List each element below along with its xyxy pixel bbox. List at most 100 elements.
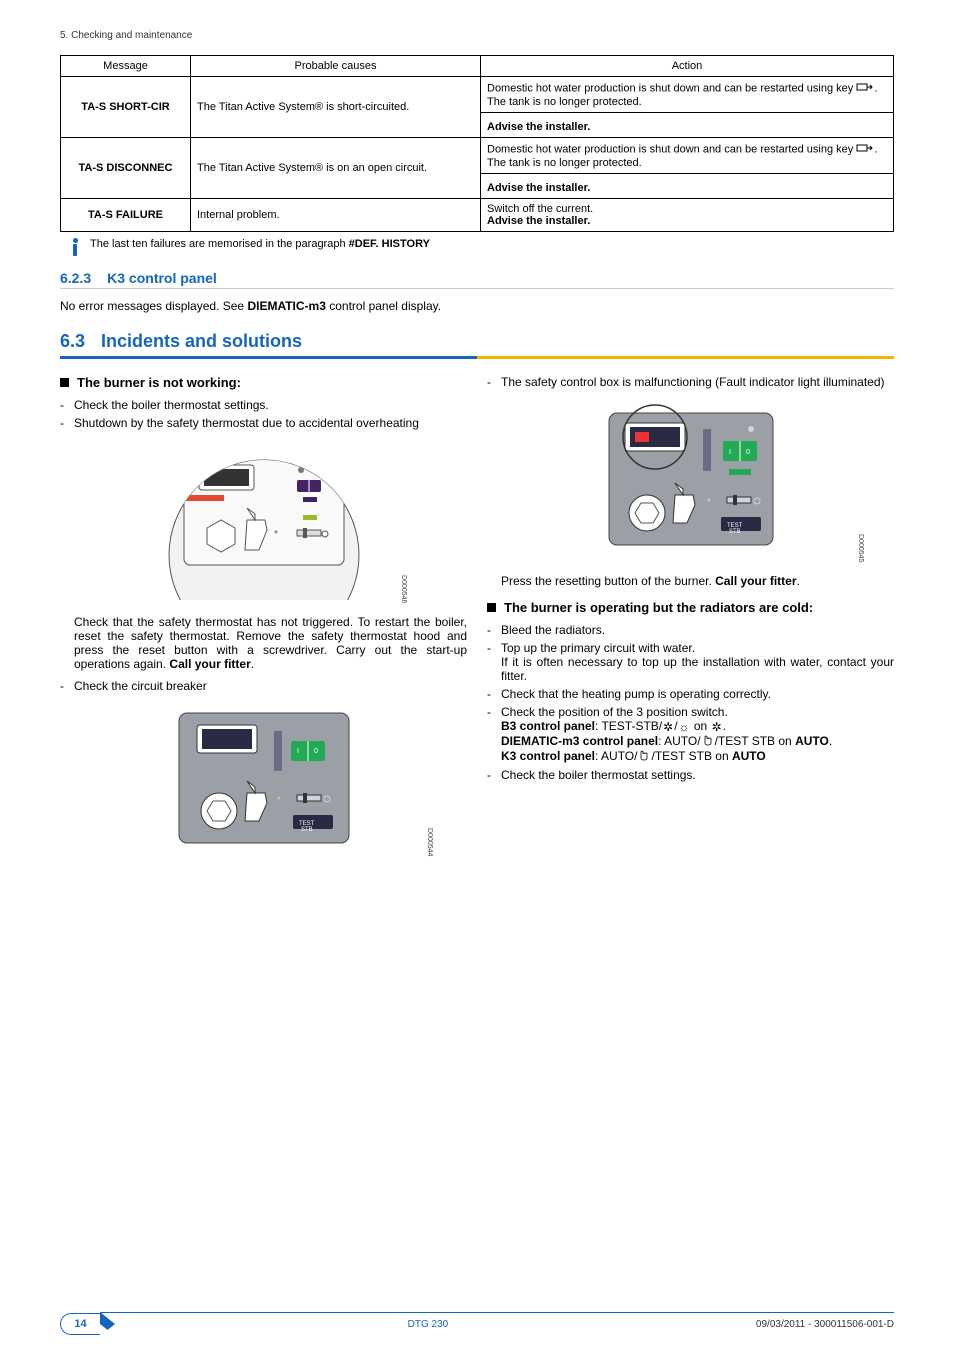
li2-text: Top up the primary circuit with water. xyxy=(501,641,695,655)
figure-id: D000546 xyxy=(400,575,407,603)
b3-bold: B3 control panel xyxy=(501,719,595,733)
info-icon xyxy=(70,238,80,256)
li2b-text: If it is often necessary to top up the i… xyxy=(501,655,894,683)
action-cell: Switch off the current. Advise the insta… xyxy=(481,199,894,232)
b3-on: on xyxy=(691,719,711,733)
action-cell: Domestic hot water production is shut do… xyxy=(481,77,894,113)
footer-docref: 09/03/2011 - 300011506-001-D xyxy=(756,1319,894,1330)
divider-colored xyxy=(60,356,894,359)
list-item: Check the boiler thermostat settings. xyxy=(487,768,894,782)
right-column: The safety control box is malfunctioning… xyxy=(487,375,894,868)
dm-end: /TEST STB on xyxy=(715,734,795,748)
sun-icon: ☼ xyxy=(679,720,690,734)
heading-text: The burner is operating but the radiator… xyxy=(504,600,813,615)
th-causes: Probable causes xyxy=(191,56,481,77)
press-reset-paragraph: Press the resetting button of the burner… xyxy=(487,574,894,588)
svg-text:*: * xyxy=(277,795,281,806)
burner-operating-heading: The burner is operating but the radiator… xyxy=(487,600,894,615)
svg-text:0: 0 xyxy=(314,748,318,755)
svg-text:*: * xyxy=(274,529,278,540)
section-623-heading: 6.2.3 K3 control panel xyxy=(60,270,894,286)
info-pre: The last ten failures are memorised in t… xyxy=(90,238,349,250)
figure-id: D000545 xyxy=(857,534,864,562)
k3-bold: K3 control panel xyxy=(501,749,595,763)
svg-text:I: I xyxy=(297,748,299,755)
k3-text: : AUTO/ xyxy=(595,749,637,763)
section-title: Incidents and solutions xyxy=(101,331,302,352)
list-item: The safety control box is malfunctioning… xyxy=(487,375,894,389)
k3-end: /TEST STB on xyxy=(651,749,731,763)
b3-text: : TEST-STB/ xyxy=(595,719,662,733)
messages-table: Message Probable causes Action TA-S SHOR… xyxy=(60,55,894,232)
section-num: 6.2.3 xyxy=(60,270,91,286)
chapter-header: 5. Checking and maintenance xyxy=(60,30,894,41)
burner-not-working-heading: The burner is not working: xyxy=(60,375,467,390)
action-line1: Switch off the current. xyxy=(487,203,593,215)
section-623-body: No error messages displayed. See DIEMATI… xyxy=(60,299,560,313)
k3-auto: AUTO xyxy=(732,749,766,763)
svg-text:STB: STB xyxy=(301,827,313,833)
dm-bold: DIEMATIC-m3 control panel xyxy=(501,734,658,748)
table-row: TA-S FAILURE Internal problem. Switch of… xyxy=(61,199,894,232)
th-action: Action xyxy=(481,56,894,77)
list-item: Check the circuit breaker xyxy=(60,679,467,693)
list-item: Top up the primary circuit with water. I… xyxy=(487,641,894,683)
footer-model: DTG 230 xyxy=(408,1319,449,1330)
table-row: TA-S DISCONNEC The Titan Active System® … xyxy=(61,138,894,174)
action-text-pre: Domestic hot water production is shut do… xyxy=(487,82,856,94)
tap-key-icon xyxy=(856,142,874,157)
th-message: Message xyxy=(61,56,191,77)
dm-text: : AUTO/ xyxy=(658,734,700,748)
msg-cell: TA-S DISCONNEC xyxy=(61,138,191,199)
hand-icon xyxy=(638,749,650,764)
page-footer: 14 DTG 230 09/03/2011 - 300011506-001-D xyxy=(0,1313,954,1335)
table-row: TA-S SHORT-CIR The Titan Active System® … xyxy=(61,77,894,113)
li4-text: Check the position of the 3 position swi… xyxy=(501,705,728,719)
section-num: 6.3 xyxy=(60,331,85,352)
para-text: Check that the safety thermostat has not… xyxy=(74,615,467,671)
hand-icon xyxy=(702,734,714,749)
svg-text:*: * xyxy=(707,497,711,508)
left-list: Check the boiler thermostat settings. Sh… xyxy=(60,398,467,430)
advise-text: Advise the installer. xyxy=(487,121,887,133)
advise-text: Advise the installer. xyxy=(487,182,887,194)
dm-auto: AUTO xyxy=(795,734,829,748)
safety-thermostat-diagram: * D000546 xyxy=(60,440,467,603)
list-item: Shutdown by the safety thermostat due to… xyxy=(60,416,467,430)
cause-cell: The Titan Active System® is short-circui… xyxy=(191,77,481,138)
list-item: Check that the heating pump is operating… xyxy=(487,687,894,701)
cause-cell: The Titan Active System® is on an open c… xyxy=(191,138,481,199)
action-text-pre: Domestic hot water production is shut do… xyxy=(487,143,856,155)
advise-cell: Advise the installer. xyxy=(481,174,894,199)
call-fitter: Call your fitter xyxy=(715,574,796,588)
msg-cell: TA-S FAILURE xyxy=(61,199,191,232)
info-bold: #DEF. HISTORY xyxy=(349,238,430,250)
section-63-heading: 6.3 Incidents and solutions xyxy=(60,331,894,352)
square-bullet-icon xyxy=(60,378,69,387)
tap-key-icon xyxy=(856,81,874,96)
list-item: Check the boiler thermostat settings. xyxy=(60,398,467,412)
info-note: The last ten failures are memorised in t… xyxy=(70,238,894,256)
right-list-bottom: Bleed the radiators. Top up the primary … xyxy=(487,623,894,782)
body-pre: No error messages displayed. See xyxy=(60,299,247,313)
circuit-breaker-diagram: 0 I * TEST STB D000544 xyxy=(60,703,467,856)
advise-text: Advise the installer. xyxy=(487,215,590,227)
divider xyxy=(60,288,894,289)
figure-id: D000544 xyxy=(426,828,433,856)
square-bullet-icon xyxy=(487,603,496,612)
snowflake-dotted-icon: ✲ xyxy=(712,720,722,734)
right-list-top: The safety control box is malfunctioning… xyxy=(487,375,894,389)
cause-cell: Internal problem. xyxy=(191,199,481,232)
snowflake-dotted-icon: ✲ xyxy=(663,720,673,734)
left-column: The burner is not working: Check the boi… xyxy=(60,375,467,868)
svg-text:STB: STB xyxy=(729,529,741,535)
call-fitter: Call your fitter xyxy=(169,657,250,671)
body-post: control panel display. xyxy=(326,299,441,313)
left-list-2: Check the circuit breaker xyxy=(60,679,467,693)
svg-text:0: 0 xyxy=(746,449,750,456)
press-reset-pre: Press the resetting button of the burner… xyxy=(501,574,715,588)
section-title: K3 control panel xyxy=(107,270,217,286)
heading-text: The burner is not working: xyxy=(77,375,241,390)
info-note-text: The last ten failures are memorised in t… xyxy=(90,238,430,250)
body-bold: DIEMATIC-m3 xyxy=(247,299,325,313)
